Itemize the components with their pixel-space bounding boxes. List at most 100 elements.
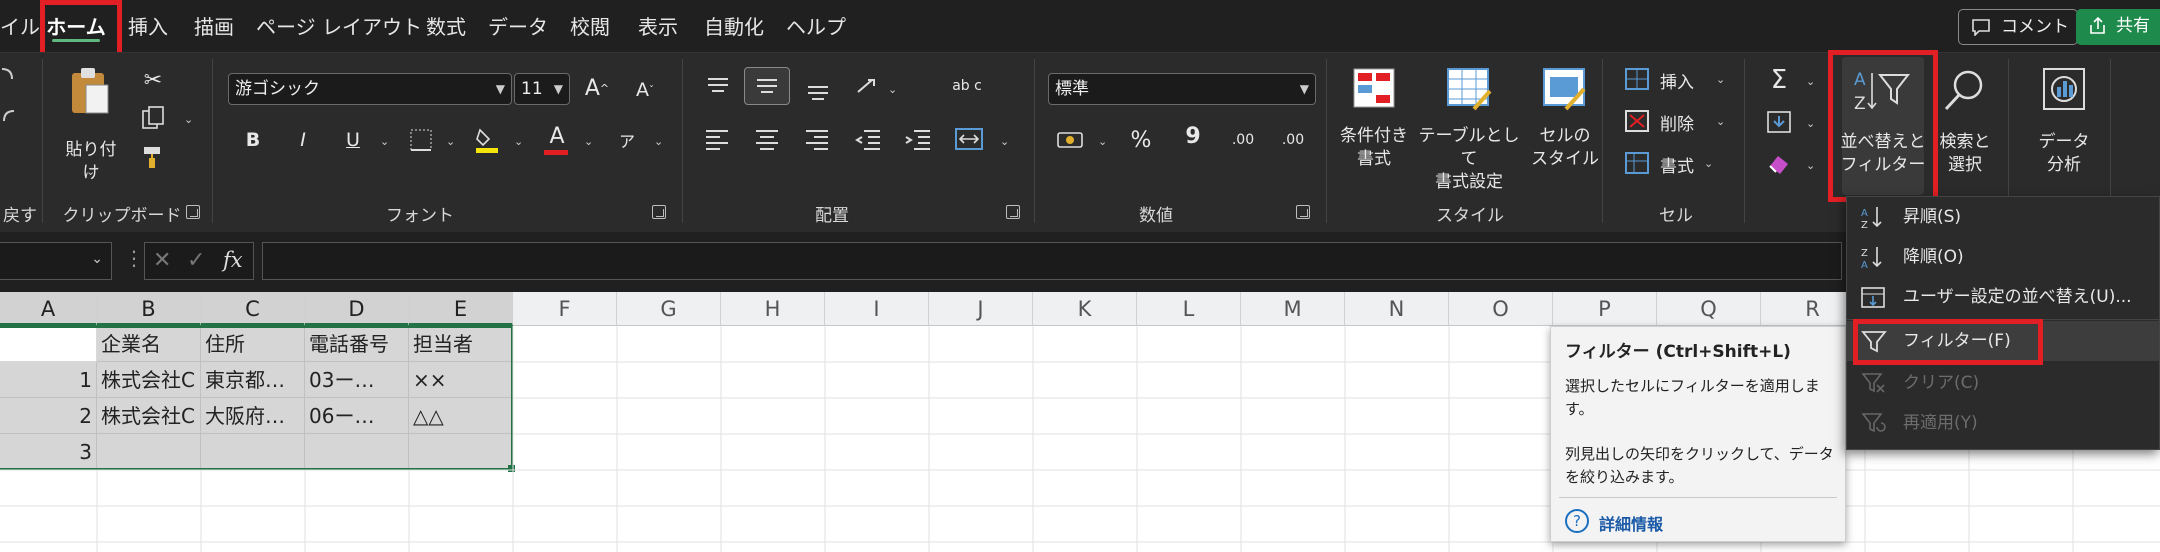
increase-decimal-button[interactable]: .00: [1226, 123, 1260, 157]
bold-button[interactable]: B: [236, 123, 270, 157]
wrap-text-button[interactable]: ab c: [950, 69, 984, 103]
alignment-dialog-launcher[interactable]: [1006, 205, 1020, 219]
increase-indent-icon[interactable]: [904, 127, 932, 151]
cell-styles-button[interactable]: セルの スタイル: [1526, 61, 1602, 191]
formula-bar-grip[interactable]: ⋮: [124, 246, 144, 270]
font-dialog-launcher[interactable]: [652, 205, 666, 219]
tab-review[interactable]: 校閲: [562, 0, 618, 52]
grow-font-button[interactable]: A ^: [580, 71, 614, 105]
merge-center-icon[interactable]: [954, 125, 984, 153]
tab-help[interactable]: ヘルプ: [784, 0, 848, 52]
align-top-icon[interactable]: [704, 75, 732, 99]
insert-function-button[interactable]: fx: [223, 248, 243, 272]
formula-bar-area: ⌄ ⋮ ✕ ✓ fx: [0, 232, 2160, 292]
tab-formulas[interactable]: 数式: [418, 0, 474, 52]
font-color-button[interactable]: A: [540, 119, 574, 155]
shrink-font-button[interactable]: Aˇ: [628, 73, 662, 107]
align-center-icon[interactable]: [754, 127, 782, 151]
column-header-F[interactable]: F: [513, 292, 617, 326]
format-as-table-button[interactable]: テーブルとして 書式設定: [1414, 61, 1524, 192]
tab-draw[interactable]: 描画: [186, 0, 242, 52]
tab-page-layout[interactable]: ページ レイアウト: [256, 0, 422, 52]
column-header-I[interactable]: I: [825, 292, 929, 326]
menu-item-custom-sort[interactable]: ユーザー設定の並べ替え(U)...: [1847, 277, 2159, 317]
name-box[interactable]: ⌄: [0, 242, 112, 280]
reapply-label: 再適用(Y): [1903, 413, 1978, 433]
font-size-select[interactable]: 11 ▼: [514, 73, 570, 105]
autosum-icon[interactable]: Σ: [1762, 63, 1796, 97]
borders-button[interactable]: [404, 123, 438, 157]
tooltip-more-info-link[interactable]: 詳細情報: [1599, 511, 1663, 535]
column-header-M[interactable]: M: [1241, 292, 1345, 326]
column-header-A[interactable]: A: [0, 292, 97, 326]
column-header-H[interactable]: H: [721, 292, 825, 326]
align-left-icon[interactable]: [704, 127, 732, 151]
redo-icon[interactable]: [0, 105, 16, 135]
tab-file[interactable]: イル: [0, 0, 40, 52]
number-dialog-launcher[interactable]: [1296, 205, 1310, 219]
column-header-D[interactable]: D: [305, 292, 409, 326]
name-box-dropdown-icon[interactable]: ⌄: [91, 251, 103, 267]
menu-item-filter[interactable]: フィルター(F): [1847, 321, 2159, 361]
column-header-J[interactable]: J: [929, 292, 1033, 326]
paste-button[interactable]: 貼り付け ⌄: [58, 63, 124, 197]
tab-automate[interactable]: 自動化: [698, 0, 770, 52]
fill-color-icon: [476, 128, 498, 153]
percent-button[interactable]: %: [1124, 123, 1158, 157]
menu-item-sort-ascending[interactable]: AZ 昇順(S): [1847, 197, 2159, 237]
data-analysis-button[interactable]: データ 分析: [2022, 61, 2106, 191]
formula-input[interactable]: [262, 242, 1842, 280]
sort-filter-button[interactable]: A Z 並べ替えと フィルター: [1841, 57, 1926, 195]
orientation-button[interactable]: [852, 69, 886, 103]
format-as-table-label: テーブルとして 書式設定: [1418, 126, 1520, 192]
menu-item-sort-descending[interactable]: ZA 降順(O): [1847, 237, 2159, 277]
column-header-Q[interactable]: Q: [1657, 292, 1761, 326]
format-painter-icon[interactable]: [136, 139, 170, 173]
column-header-P[interactable]: P: [1553, 292, 1657, 326]
accounting-format-button[interactable]: [1054, 123, 1088, 157]
sort-descending-label: 降順(O): [1903, 247, 1964, 267]
tab-home[interactable]: ホーム: [40, 0, 112, 52]
column-header-L[interactable]: L: [1137, 292, 1241, 326]
comments-button[interactable]: コメント: [1958, 9, 2078, 45]
enter-formula-button[interactable]: ✓: [187, 248, 205, 273]
help-icon: ?: [1565, 509, 1589, 533]
column-header-E[interactable]: E: [409, 292, 513, 326]
number-format-select[interactable]: 標準 ▼: [1048, 73, 1316, 105]
tab-home-label: ホーム: [46, 15, 106, 39]
tab-insert[interactable]: 挿入: [120, 0, 176, 52]
column-header-O[interactable]: O: [1449, 292, 1553, 326]
fill-icon[interactable]: [1762, 105, 1796, 139]
format-cells-button[interactable]: 書式 ⌄: [1620, 147, 1730, 181]
column-header-K[interactable]: K: [1033, 292, 1137, 326]
delete-cells-button[interactable]: 削除 ⌄: [1620, 105, 1730, 139]
fill-color-button[interactable]: [470, 123, 504, 157]
cut-icon[interactable]: ✂: [136, 63, 170, 97]
underline-button[interactable]: U: [336, 123, 370, 157]
copy-icon[interactable]: [136, 101, 170, 135]
italic-button[interactable]: I: [286, 123, 320, 157]
column-header-G[interactable]: G: [617, 292, 721, 326]
share-button[interactable]: 共有: [2076, 9, 2160, 45]
align-right-icon[interactable]: [804, 127, 832, 151]
conditional-formatting-button[interactable]: 条件付き 書式: [1336, 61, 1412, 191]
phonetic-button[interactable]: ア: [610, 123, 644, 157]
column-header-N[interactable]: N: [1345, 292, 1449, 326]
tab-view[interactable]: 表示: [630, 0, 686, 52]
decrease-indent-icon[interactable]: [854, 127, 882, 151]
column-header-C[interactable]: C: [201, 292, 305, 326]
column-header-B[interactable]: B: [97, 292, 201, 326]
decrease-decimal-button[interactable]: .00: [1276, 123, 1310, 157]
undo-icon[interactable]: [0, 63, 16, 93]
insert-cells-button[interactable]: 挿入 ⌄: [1620, 63, 1730, 97]
align-middle-button[interactable]: [744, 67, 790, 105]
find-select-button[interactable]: 検索と 選択: [1928, 61, 2002, 191]
cancel-formula-button[interactable]: ✕: [153, 248, 171, 273]
font-name-select[interactable]: 游ゴシック ▼: [228, 73, 512, 105]
clipboard-dialog-launcher[interactable]: [186, 205, 200, 219]
tooltip-description-2: 列見出しの矢印をクリックして、データ を絞り込みます。: [1565, 445, 1834, 486]
comma-style-button[interactable]: 9: [1176, 119, 1210, 153]
clear-icon[interactable]: [1762, 147, 1796, 181]
align-bottom-icon[interactable]: [804, 79, 832, 103]
tab-data[interactable]: データ: [488, 0, 548, 52]
